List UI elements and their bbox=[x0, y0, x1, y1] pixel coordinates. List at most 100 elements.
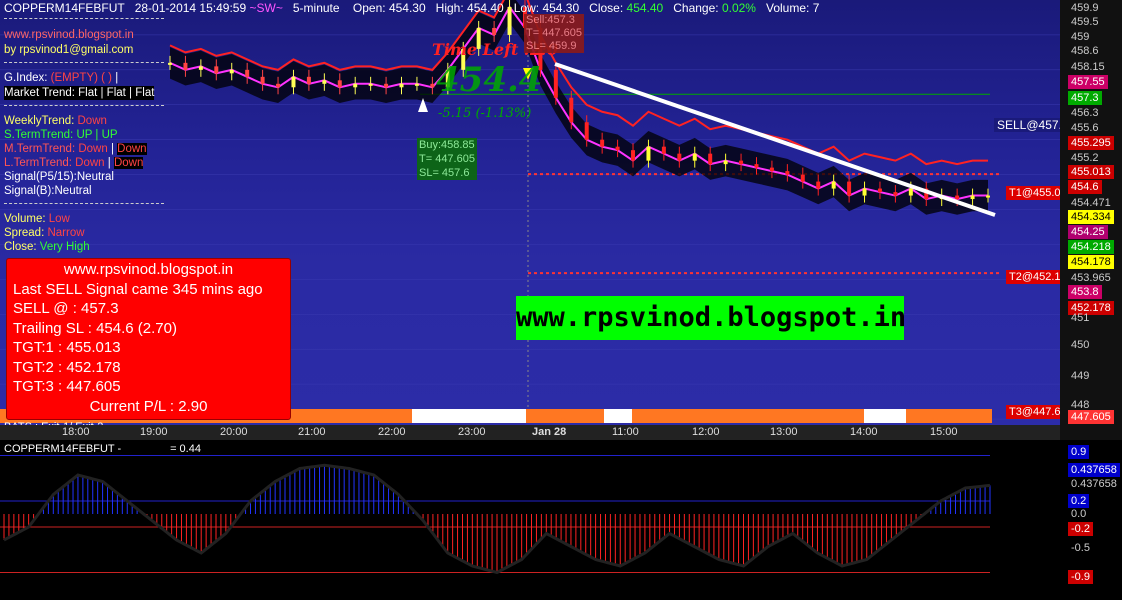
divider bbox=[4, 203, 164, 204]
candle-body bbox=[893, 192, 898, 196]
price-tick: 454.178 bbox=[1068, 255, 1114, 269]
mterm-trend: M.TermTrend: Down | Down bbox=[4, 143, 147, 155]
blog-banner[interactable]: www.rpsvinod.blogspot.in bbox=[516, 296, 906, 340]
session-band bbox=[864, 409, 906, 423]
volume-value: 7 bbox=[812, 1, 820, 15]
time-tick: 11:00 bbox=[612, 426, 639, 438]
candle-body bbox=[877, 188, 882, 193]
candle-body bbox=[430, 83, 435, 88]
price-tick: 453.965 bbox=[1071, 272, 1111, 284]
time-tick: 18:00 bbox=[62, 426, 90, 438]
candle-body bbox=[214, 66, 219, 74]
oscillator-tick: 0.2 bbox=[1068, 494, 1090, 508]
candle-body bbox=[908, 188, 913, 196]
oscillator-pane[interactable]: COPPERM14FEBFUT - = 0.44 bbox=[0, 442, 1060, 600]
candle-body bbox=[631, 150, 636, 161]
price-tick: 450 bbox=[1071, 339, 1090, 351]
symbol: COPPERM14FEBFUT bbox=[4, 1, 125, 15]
candle-body bbox=[862, 188, 867, 196]
gindex: G.Index: (EMPTY) ( ) | bbox=[4, 72, 119, 84]
interval: 5-minute bbox=[292, 1, 340, 15]
lterm-trend: L.TermTrend: Down | Down bbox=[4, 157, 144, 169]
candle-body bbox=[723, 160, 728, 165]
candle-body bbox=[260, 76, 265, 84]
sterm-trend: S.TermTrend: UP | UP bbox=[4, 129, 118, 141]
price-axis[interactable]: 459.9 459.5 459 458.6 458.15 457.55 457.3 456.3… bbox=[1060, 0, 1122, 440]
candle-body bbox=[769, 167, 774, 172]
email-text: by rpsvinod1@gmail.com bbox=[4, 44, 134, 56]
price-tick: 454.25 bbox=[1068, 225, 1108, 239]
candle-body bbox=[183, 62, 188, 70]
oscillator-value: = 0.44 bbox=[170, 443, 201, 455]
session-band bbox=[412, 409, 526, 423]
candle-body bbox=[384, 83, 389, 88]
last-signal: Last SELL Signal came 345 mins ago bbox=[13, 280, 263, 298]
change-annotation: -5.15 (-1.13%) bbox=[438, 106, 532, 121]
oscillator-tick: 0.437658 bbox=[1068, 463, 1120, 477]
price-tick: 458.6 bbox=[1071, 45, 1099, 57]
high-value: 454.40 bbox=[467, 1, 504, 15]
sell-signal-box: Sell:457.3 T= 447.605 SL= 459.9 bbox=[524, 14, 584, 53]
time-tick: Jan 28 bbox=[532, 426, 567, 438]
tgt2: TGT:2 : 452.178 bbox=[13, 358, 121, 376]
time-tick: 12:00 bbox=[692, 426, 720, 438]
oscillator-tick: 0.437658 bbox=[1071, 478, 1117, 490]
candle-body bbox=[739, 160, 744, 165]
price-tick: 457.3 bbox=[1068, 91, 1102, 105]
oscillator-title: COPPERM14FEBFUT - = 0.44 bbox=[4, 443, 201, 455]
price-tick: 459.9 bbox=[1071, 2, 1099, 14]
candle-body bbox=[847, 181, 852, 196]
time-tick: 20:00 bbox=[220, 426, 248, 438]
current-pl: Current P/L : 2.90 bbox=[89, 397, 208, 415]
time-tick: 21:00 bbox=[298, 426, 326, 438]
price-tick: 455.013 bbox=[1068, 165, 1114, 179]
close-status: Close: Very High bbox=[4, 241, 90, 253]
price-tick: 459.5 bbox=[1071, 16, 1099, 28]
candle-body bbox=[677, 153, 682, 161]
tgt1: TGT:1 : 455.013 bbox=[13, 339, 121, 356]
chart-header: COPPERM14FEBFUT 28-01-2014 15:49:59 ~SW~… bbox=[4, 1, 820, 15]
sell-at: SELL @ : 457.3 bbox=[13, 300, 119, 317]
candle-body bbox=[986, 195, 990, 198]
time-axis[interactable]: 18:00 19:00 20:00 21:00 22:00 23:00 Jan 28 11:0… bbox=[0, 425, 1060, 440]
signal-info-box: www.rpsvinod.blogspot.in Last SELL Signa… bbox=[6, 258, 291, 420]
candle-body bbox=[492, 27, 497, 35]
main-price-pane[interactable]: COPPERM14FEBFUT 28-01-2014 15:49:59 ~SW~… bbox=[0, 0, 1060, 440]
price-tick: 451 bbox=[1071, 312, 1090, 324]
session-band bbox=[632, 409, 864, 423]
time-tick: 13:00 bbox=[770, 426, 798, 438]
candle-body bbox=[337, 80, 342, 88]
session-band bbox=[526, 409, 604, 423]
oscillator-tick: -0.2 bbox=[1068, 522, 1093, 536]
price-tick: 447.605 bbox=[1068, 410, 1114, 424]
blog-link[interactable]: www.rpsvinod.blogspot.in bbox=[4, 28, 134, 42]
open-value: 454.30 bbox=[388, 1, 426, 15]
candle-body bbox=[584, 122, 589, 140]
candle-body bbox=[322, 80, 327, 84]
oscillator-tick: -0.9 bbox=[1068, 570, 1093, 584]
candle-body bbox=[754, 164, 759, 168]
price-tick: 454.6 bbox=[1068, 180, 1102, 194]
candle-body bbox=[692, 153, 697, 161]
candle-body bbox=[368, 83, 373, 86]
time-tick: 15:00 bbox=[930, 426, 958, 438]
price-tick: 456.3 bbox=[1071, 107, 1099, 119]
candle-body bbox=[785, 171, 790, 175]
candle-body bbox=[229, 69, 234, 74]
candle-body bbox=[245, 69, 250, 77]
tgt3: TGT:3 : 447.605 bbox=[13, 378, 121, 395]
big-price: 454.4 bbox=[436, 60, 543, 100]
candle-body bbox=[816, 181, 821, 189]
candle-body bbox=[831, 181, 836, 189]
divider bbox=[4, 62, 164, 63]
price-tick: 455.6 bbox=[1071, 122, 1099, 134]
volume-status: Volume: Low bbox=[4, 213, 70, 225]
oscillator-tick: 0.9 bbox=[1068, 445, 1090, 459]
candle-body bbox=[600, 139, 605, 147]
close-value: 454.40 bbox=[626, 1, 664, 15]
low-value: 454.30 bbox=[542, 1, 580, 15]
oscillator-axis: 0.9 0.437658 0.437658 0.2 0.0 -0.2 -0.5 -0.9 bbox=[1060, 442, 1122, 600]
price-tick: 457.55 bbox=[1068, 75, 1108, 89]
market-trend: Market Trend: Flat | Flat | Flat bbox=[4, 86, 155, 100]
price-tick: 449 bbox=[1071, 370, 1090, 382]
